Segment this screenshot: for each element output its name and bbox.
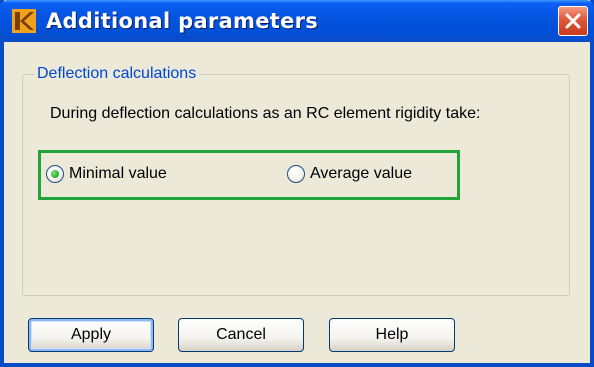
close-icon	[565, 13, 581, 29]
radio-minimal-value[interactable]: Minimal value	[46, 163, 167, 185]
help-button[interactable]: Help	[329, 318, 455, 352]
radio-selected-icon[interactable]	[46, 165, 64, 183]
radio-average-value[interactable]: Average value	[287, 163, 412, 185]
cancel-button[interactable]: Cancel	[178, 318, 304, 352]
radio-minimal-label[interactable]: Minimal value	[69, 165, 167, 183]
radio-unselected-icon[interactable]	[287, 165, 305, 183]
window-title: Additional parameters	[46, 9, 319, 33]
apply-button[interactable]: Apply	[28, 318, 154, 352]
rigidity-description: During deflection calculations as an RC …	[50, 105, 481, 122]
radio-average-label[interactable]: Average value	[310, 165, 412, 183]
title-bar[interactable]: Additional parameters	[0, 0, 594, 42]
close-button[interactable]	[558, 6, 588, 36]
app-logo-icon	[12, 9, 36, 33]
group-legend: Deflection calculations	[34, 64, 200, 84]
